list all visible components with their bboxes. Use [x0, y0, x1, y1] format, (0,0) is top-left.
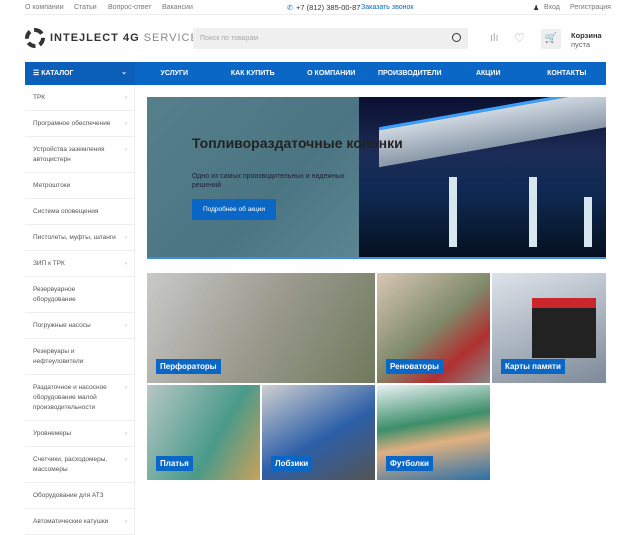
nav-services[interactable]: УСЛУГИ	[135, 70, 214, 77]
sidebar-item[interactable]: ЗИП к ТРК ›	[25, 251, 134, 277]
logo-text-service: SERVICE	[143, 32, 199, 44]
chevron-right-icon: ›	[124, 384, 127, 391]
chevron-right-icon: ›	[124, 120, 127, 127]
top-link-articles[interactable]: Статьи	[74, 4, 97, 11]
top-bar: О компании Статьи Вопрос-ответ Вакансии …	[25, 0, 611, 15]
tile-label: Карты памяти	[501, 359, 565, 374]
compare-icon[interactable]: ılı	[490, 32, 499, 44]
heart-icon[interactable]: ♡	[514, 31, 525, 45]
cart-summary[interactable]: Корзина пуста	[571, 31, 602, 49]
sidebar-item[interactable]: Счетчики, расходомеры, массомеры ›	[25, 447, 134, 483]
sidebar-item-label: Резервуары и нефтеуловители	[33, 348, 84, 365]
chevron-right-icon: ›	[124, 234, 127, 241]
search-placeholder: Поиск по товарам	[200, 35, 259, 42]
chevron-right-icon: ›	[124, 322, 127, 329]
sidebar-item[interactable]: Устройства заземления автоцистерн ›	[25, 137, 134, 173]
sidebar-item-label: Пистолеты, муфты, шланги	[33, 234, 116, 241]
sidebar-item-label: Погружные насосы	[33, 322, 91, 329]
sidebar-item-label: ТРК	[33, 94, 46, 101]
sidebar-item[interactable]: Система оповещения	[25, 199, 134, 225]
user-icon: ♟	[533, 5, 540, 12]
sidebar-item[interactable]: Погружные насосы ›	[25, 313, 134, 339]
logo-text: INTEJLECT 4G	[50, 32, 140, 44]
phone-number[interactable]: +7 (812) 385-00-87	[296, 3, 360, 12]
main-nav: ☰ КАТАЛОГ ⌄ УСЛУГИ КАК КУПИТЬ О КОМПАНИИ …	[25, 62, 606, 85]
sidebar-item-label: Резервуарное оборудование	[33, 286, 76, 303]
sidebar-item[interactable]: Метроштоки	[25, 173, 134, 199]
sidebar-item[interactable]: Оборудование для АТЗ	[25, 483, 134, 509]
tile-renovators[interactable]: Реноваторы	[377, 273, 490, 383]
sidebar-item-label: Метроштоки	[33, 182, 71, 189]
sidebar-item-label: ЗИП к ТРК	[33, 260, 65, 267]
chevron-down-icon: ⌄	[121, 69, 127, 76]
menu-icon: ☰	[33, 70, 42, 77]
cart-status: пуста	[571, 40, 590, 49]
sidebar-item-label: Раздаточное и насосное оборудование мало…	[33, 384, 107, 411]
sidebar-item[interactable]: Резервуары и нефтеуловители	[25, 339, 134, 375]
chevron-right-icon: ›	[124, 260, 127, 267]
sidebar-item[interactable]: Раздаточное и насосное оборудование мало…	[25, 375, 134, 421]
tile-jigsaws[interactable]: Лобзики	[262, 385, 375, 480]
sidebar-item[interactable]: Автоматические катушки ›	[25, 509, 134, 535]
nav-how-to-buy[interactable]: КАК КУПИТЬ	[214, 70, 293, 77]
sidebar-item-label: Устройства заземления автоцистерн	[33, 146, 105, 163]
tile-dresses[interactable]: Платья	[147, 385, 260, 480]
callback-link[interactable]: Заказать звонок	[361, 4, 413, 11]
tile-label: Футболки	[386, 456, 433, 471]
chevron-right-icon: ›	[124, 94, 127, 101]
top-link-vacancies[interactable]: Вакансии	[162, 4, 193, 11]
sidebar-item-label: Програмное обеспечение	[33, 120, 111, 127]
sidebar-item-label: Система оповещения	[33, 208, 99, 215]
sidebar-item[interactable]: Програмное обеспечение ›	[25, 111, 134, 137]
register-link[interactable]: Регистрация	[570, 4, 611, 11]
search-icon[interactable]	[452, 33, 461, 42]
search-input[interactable]: Поиск по товарам	[193, 28, 468, 49]
tile-label: Перфораторы	[156, 359, 221, 374]
chevron-right-icon: ›	[124, 456, 127, 463]
sidebar-item-label: Оборудование для АТЗ	[33, 492, 104, 499]
sidebar-item[interactable]: Пистолеты, муфты, шланги ›	[25, 225, 134, 251]
cart-title: Корзина	[571, 31, 602, 40]
sidebar-item-label: Счетчики, расходомеры, массомеры	[33, 456, 108, 473]
nav-manufacturers[interactable]: ПРОИЗВОДИТЕЛИ	[371, 70, 450, 77]
tile-label: Платья	[156, 456, 193, 471]
banner-title: Топливораздаточные колонки	[192, 135, 403, 151]
catalog-label: КАТАЛОГ	[41, 70, 74, 77]
chevron-right-icon: ›	[124, 518, 127, 525]
catalog-button[interactable]: ☰ КАТАЛОГ ⌄	[25, 62, 135, 85]
gas-station-image	[359, 97, 606, 257]
sidebar-item-label: Автоматические катушки	[33, 518, 109, 525]
banner-more-button[interactable]: Подробнее об акции	[192, 199, 276, 220]
sidebar-item[interactable]: Резервуарное оборудование	[25, 277, 134, 313]
phone-icon: ✆	[287, 5, 293, 12]
cart-icon[interactable]: 🛒	[541, 29, 561, 49]
nav-promotions[interactable]: АКЦИИ	[449, 70, 528, 77]
top-link-faq[interactable]: Вопрос-ответ	[108, 4, 151, 11]
tile-tshirts[interactable]: Футболки	[377, 385, 490, 480]
chevron-right-icon: ›	[124, 430, 127, 437]
tile-label: Лобзики	[271, 456, 313, 471]
logo-icon	[25, 28, 45, 48]
logo[interactable]: INTEJLECT 4G SERVICE	[25, 28, 199, 48]
chevron-right-icon: ›	[124, 146, 127, 153]
tile-label: Реноваторы	[386, 359, 443, 374]
nav-about[interactable]: О КОМПАНИИ	[292, 70, 371, 77]
login-link[interactable]: Вход	[544, 4, 560, 11]
tile-perforators[interactable]: Перфораторы	[147, 273, 375, 383]
sidebar-item-label: Уровнемеры	[33, 430, 72, 437]
sidebar-item[interactable]: Уровнемеры ›	[25, 421, 134, 447]
nav-contacts[interactable]: КОНТАКТЫ	[528, 70, 607, 77]
promo-banner[interactable]: Топливораздаточные колонки Одно из самых…	[147, 97, 606, 259]
top-link-about[interactable]: О компании	[25, 4, 64, 11]
banner-subtitle: Одно из самых производительных и надежны…	[192, 173, 345, 189]
catalog-sidebar: ТРК › Програмное обеспечение › Устройства за…	[25, 85, 135, 535]
tile-memory-cards[interactable]: Карты памяти	[492, 273, 606, 383]
sidebar-item[interactable]: ТРК ›	[25, 85, 134, 111]
